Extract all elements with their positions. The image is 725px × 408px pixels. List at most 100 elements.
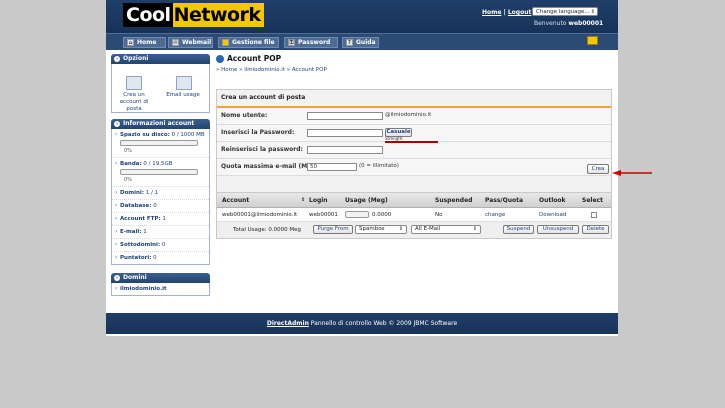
circle-arrow-icon: [216, 55, 224, 63]
username-row: Nome utente: @ilmiodominio.it: [217, 108, 611, 125]
disk-usage-bar: [120, 140, 198, 146]
quota-label: Quota massima e-mail (MB):: [221, 163, 317, 170]
account-info-panel-header: › Informazioni account: [111, 119, 210, 129]
nav-webmail[interactable]: ✉ Webmail: [168, 37, 213, 48]
quota-hint: (0 = illimitato): [359, 163, 399, 169]
all-email-select[interactable]: All E-Mail ⇕: [411, 225, 481, 234]
options-panel: Crea un account di posta Email usage: [111, 64, 210, 113]
options-panel-title: Opzioni: [123, 55, 149, 62]
purge-from-button[interactable]: Purge From: [313, 225, 353, 234]
navbar: ⌂ Home ✉ Webmail Gestione file ⚿ Passwor…: [106, 33, 618, 50]
logo: Cool Network: [123, 3, 264, 27]
create-mail-account-link[interactable]: Crea un account di posta: [114, 92, 154, 113]
pointers-value: 0: [153, 255, 157, 261]
col-select: Select: [582, 197, 603, 204]
nav-webmail-label: Webmail: [182, 39, 212, 46]
row-account: web00001@ilmiodominio.it: [222, 212, 298, 218]
quota-input[interactable]: 50: [307, 163, 357, 171]
folder-icon: [222, 39, 229, 46]
chevron-right-icon: ›: [114, 121, 120, 127]
page-title-text: Account POP: [227, 54, 282, 63]
domains-label: Domini:: [120, 190, 144, 196]
unsuspend-button[interactable]: Unsuspend: [537, 225, 579, 234]
email-usage-icon[interactable]: [176, 76, 192, 90]
page: Cool Network Home | Logout Change langua…: [106, 0, 618, 336]
col-outlook: Outlook: [539, 197, 566, 204]
nav-help[interactable]: ? Guida: [342, 37, 379, 48]
sort-arrows-icon[interactable]: ⇕: [301, 197, 305, 203]
bandwidth-usage-percent: 0%: [124, 177, 132, 183]
ftp-value: 1: [162, 216, 166, 222]
select-arrows-icon: ⇕: [398, 226, 403, 232]
page-title: Account POP: [216, 54, 612, 64]
table-footer: Total Usage: 0.0000 Meg Purge From Spamb…: [217, 222, 611, 238]
bandwidth-usage-bar: [120, 169, 198, 175]
delete-button[interactable]: Delete: [582, 225, 609, 234]
database-row: Database: 0: [112, 199, 209, 212]
annotation-arrow: [612, 170, 652, 176]
repeat-password-input[interactable]: [307, 146, 383, 154]
logo-part-cool: Cool: [123, 3, 173, 27]
disk-space-label: Spazio su disco:: [120, 132, 170, 138]
folder-icon[interactable]: [587, 36, 598, 45]
spambox-select[interactable]: Spambox ⇕: [355, 225, 407, 234]
col-pass-quota: Pass/Quota: [485, 197, 524, 204]
domain-item[interactable]: ilmiodominio.it: [112, 283, 209, 295]
create-mail-account-icon[interactable]: [126, 76, 142, 90]
username-input[interactable]: [307, 112, 383, 120]
nav-home[interactable]: ⌂ Home: [123, 37, 166, 48]
bandwidth-row: Banda: 0 / 19.5GB 0%: [112, 157, 209, 186]
email-value: 1: [143, 229, 147, 235]
password-row: Inserisci la Password: Casuale: [217, 125, 611, 142]
home-icon: ⌂: [127, 39, 134, 46]
language-select-value: Change language...: [536, 9, 590, 15]
nav-password[interactable]: ⚿ Password: [284, 37, 338, 48]
key-icon: ⚿: [288, 39, 295, 46]
breadcrumb[interactable]: » Home » ilmiodominio.it » Account POP: [216, 67, 612, 73]
row-usage-bar: [345, 211, 369, 218]
row-select-checkbox[interactable]: [591, 212, 597, 218]
top-links: Home | Logout: [482, 9, 531, 16]
logout-link[interactable]: Logout: [508, 9, 532, 16]
email-usage-link[interactable]: Email usage: [163, 92, 203, 99]
mail-icon: ✉: [172, 39, 179, 46]
table-row: web00001@ilmiodominio.it web00001 0.0000…: [217, 208, 611, 222]
suspend-button[interactable]: Suspend: [503, 225, 534, 234]
home-link[interactable]: Home: [482, 9, 501, 16]
row-suspended: No: [435, 212, 443, 218]
domains-panel-header: › Domini: [111, 273, 210, 283]
row-change-link[interactable]: change: [485, 212, 505, 218]
footer: DirectAdmin Pannello di controllo Web © …: [106, 313, 618, 334]
database-value: 0: [153, 203, 157, 209]
ftp-label: Account FTP:: [120, 216, 161, 222]
username-label: Nome utente:: [221, 112, 268, 119]
repeat-password-row: Reinserisci la password:: [217, 142, 611, 159]
domains-row: Domini: 1 / 1: [112, 186, 209, 199]
sidebar: › Opzioni Crea un account di posta Email…: [111, 54, 210, 296]
col-account[interactable]: Account: [222, 197, 249, 204]
welcome-username: web00001: [568, 20, 604, 27]
subdomains-label: Sottodomini:: [120, 242, 161, 248]
total-usage: Total Usage: 0.0000 Meg: [233, 227, 301, 233]
directadmin-link[interactable]: DirectAdmin: [267, 320, 309, 327]
disk-space-value: 0 / 1000 MB: [171, 132, 205, 138]
subdomains-value: 0: [161, 242, 166, 248]
subdomains-row: Sottodomini: 0: [112, 238, 209, 251]
row-usage: 0.0000: [372, 212, 392, 218]
col-usage: Usage (Meg): [345, 197, 388, 204]
create-button[interactable]: Crea: [587, 164, 609, 174]
nav-file-manager[interactable]: Gestione file: [218, 37, 279, 48]
select-arrows-icon: ⇕: [472, 226, 477, 232]
domain-suffix: @ilmiodominio.it: [385, 112, 432, 118]
logo-part-network: Network: [172, 3, 264, 27]
repeat-password-label: Reinserisci la password:: [221, 146, 303, 153]
row-outlook-download-link[interactable]: Download: [539, 212, 566, 218]
link-separator: |: [503, 9, 506, 16]
disk-usage-percent: 0%: [124, 148, 132, 154]
language-select[interactable]: Change language... ⇕: [532, 7, 598, 16]
main-content: Account POP » Home » ilmiodominio.it » A…: [216, 54, 612, 234]
password-input[interactable]: [307, 129, 383, 137]
footer-text: Pannello di controllo Web © 2009 JBMC So…: [310, 320, 458, 327]
col-suspended: Suspended: [435, 197, 473, 204]
accounts-table: Account ⇕ Login Usage (Meg) Suspended Pa…: [216, 192, 612, 239]
